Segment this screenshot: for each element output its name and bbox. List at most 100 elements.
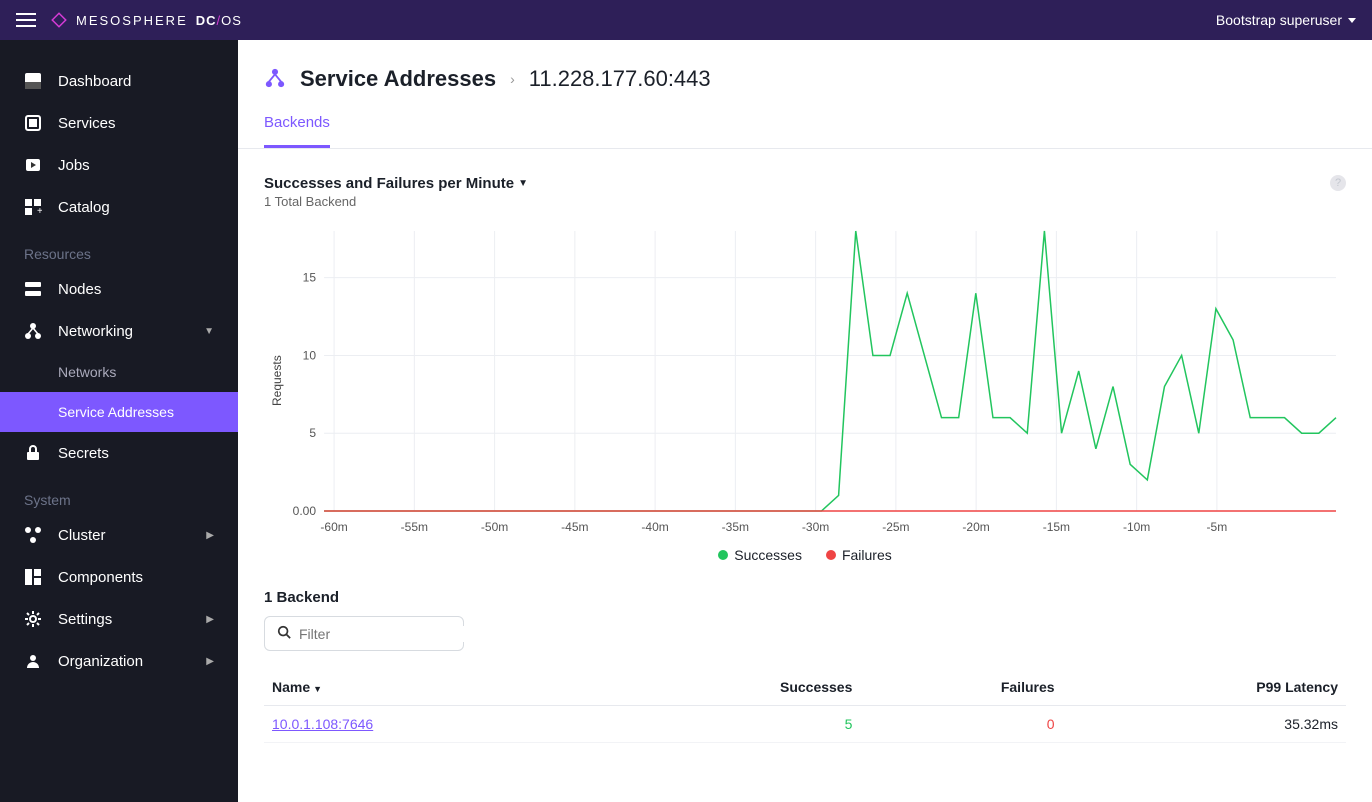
brand-os: OS: [221, 13, 242, 28]
svg-text:5: 5: [309, 426, 316, 440]
chevron-down-icon: [1348, 18, 1356, 23]
chart-title: Successes and Failures per Minute: [264, 175, 514, 192]
nodes-icon: [24, 280, 42, 298]
help-icon[interactable]: ?: [1330, 175, 1346, 191]
sidebar-item-label: Secrets: [58, 445, 109, 462]
sidebar-item-cluster[interactable]: Cluster ▶: [0, 514, 238, 556]
svg-text:-25m: -25m: [882, 520, 909, 534]
column-successes[interactable]: Successes: [604, 669, 860, 706]
svg-text:-45m: -45m: [561, 520, 588, 534]
topbar: MESOSPHERE DC/OS Bootstrap superuser: [0, 0, 1372, 40]
svg-text:0.00: 0.00: [293, 504, 317, 518]
organization-icon: [24, 652, 42, 670]
sidebar-item-services[interactable]: Services: [0, 102, 238, 144]
sidebar-item-organization[interactable]: Organization ▶: [0, 640, 238, 682]
sidebar-item-nodes[interactable]: Nodes: [0, 268, 238, 310]
sort-icon: ▼: [313, 684, 322, 694]
sidebar-item-secrets[interactable]: Secrets: [0, 432, 238, 474]
chart-canvas: 0.00 5 10 15 -60m -55m -50m -45m -40m -35m -30m -25…: [284, 221, 1346, 541]
table-row: 10.0.1.108:76465035.32ms: [264, 706, 1346, 743]
jobs-icon: [24, 156, 42, 174]
chart-subtitle: 1 Total Backend: [264, 194, 528, 209]
svg-text:-30m: -30m: [802, 520, 829, 534]
breadcrumb-current: 11.228.177.60:443: [529, 66, 711, 92]
sidebar-item-networks[interactable]: Networks: [0, 352, 238, 392]
sidebar-item-service-addresses[interactable]: Service Addresses: [0, 392, 238, 432]
svg-text:-15m: -15m: [1043, 520, 1070, 534]
column-name[interactable]: Name▼: [264, 669, 604, 706]
user-label: Bootstrap superuser: [1216, 12, 1342, 28]
tab-backends[interactable]: Backends: [264, 114, 330, 148]
sidebar-item-label: Jobs: [58, 157, 90, 174]
services-icon: [24, 114, 42, 132]
dashboard-icon: [24, 72, 42, 90]
networking-icon: [24, 322, 42, 340]
breadcrumb-root[interactable]: Service Addresses: [300, 66, 496, 92]
chevron-down-icon: ▼: [204, 326, 214, 337]
menu-toggle-icon[interactable]: [16, 13, 36, 27]
svg-text:-60m: -60m: [320, 520, 347, 534]
breadcrumb: Service Addresses › 11.228.177.60:443: [264, 66, 1346, 92]
gear-icon: [24, 610, 42, 628]
chevron-right-icon: ▶: [206, 530, 214, 541]
chevron-down-icon: ▼: [518, 178, 528, 189]
sidebar-item-label: Dashboard: [58, 73, 131, 90]
column-latency[interactable]: P99 Latency: [1063, 669, 1346, 706]
dot-icon: [826, 550, 836, 560]
sidebar-item-label: Service Addresses: [58, 404, 174, 420]
sidebar-item-components[interactable]: Components: [0, 556, 238, 598]
svg-text:-55m: -55m: [401, 520, 428, 534]
svg-text:-50m: -50m: [481, 520, 508, 534]
backend-link[interactable]: 10.0.1.108:7646: [272, 716, 373, 732]
svg-text:10: 10: [303, 348, 317, 362]
sidebar-item-jobs[interactable]: Jobs: [0, 144, 238, 186]
sidebar-item-settings[interactable]: Settings ▶: [0, 598, 238, 640]
chevron-right-icon: ▶: [206, 614, 214, 625]
svg-text:15: 15: [303, 271, 317, 285]
filter-box[interactable]: [264, 616, 464, 651]
svg-text:-35m: -35m: [722, 520, 749, 534]
backends-count-title: 1 Backend: [264, 589, 1346, 606]
main-content: Service Addresses › 11.228.177.60:443 Ba…: [238, 40, 1372, 802]
cell-successes: 5: [604, 706, 860, 743]
sidebar-item-dashboard[interactable]: Dashboard: [0, 60, 238, 102]
chart-legend: Successes Failures: [264, 547, 1346, 563]
filter-input[interactable]: [299, 626, 480, 642]
sidebar: Dashboard Services Jobs + Catalog Resour…: [0, 40, 238, 802]
chart-y-axis-label: Requests: [264, 221, 284, 541]
sidebar-item-label: Networking: [58, 323, 133, 340]
sidebar-item-label: Settings: [58, 611, 112, 628]
backends-table: Name▼ Successes Failures P99 Latency 10.…: [264, 669, 1346, 743]
sidebar-item-catalog[interactable]: + Catalog: [0, 186, 238, 228]
brand-prefix: MESOSPHERE: [76, 13, 188, 28]
components-icon: [24, 568, 42, 586]
sidebar-item-label: Catalog: [58, 199, 110, 216]
cell-latency: 35.32ms: [1063, 706, 1346, 743]
brand-logo: MESOSPHERE DC/OS: [50, 11, 242, 29]
chart-title-dropdown[interactable]: Successes and Failures per Minute ▼: [264, 175, 528, 192]
sidebar-item-label: Nodes: [58, 281, 101, 298]
brand-dc: DC: [196, 13, 217, 28]
sidebar-item-label: Organization: [58, 653, 143, 670]
sidebar-item-label: Services: [58, 115, 116, 132]
svg-text:-40m: -40m: [641, 520, 668, 534]
svg-text:-20m: -20m: [962, 520, 989, 534]
sidebar-item-networking[interactable]: Networking ▼: [0, 310, 238, 352]
sidebar-item-label: Cluster: [58, 527, 106, 544]
catalog-icon: +: [24, 198, 42, 216]
chevron-right-icon: ▶: [206, 656, 214, 667]
breadcrumb-separator: ›: [510, 71, 515, 87]
mesosphere-logo-icon: [50, 11, 68, 29]
search-icon: [277, 625, 291, 642]
legend-failures: Failures: [826, 547, 892, 563]
sidebar-item-label: Components: [58, 569, 143, 586]
svg-text:-10m: -10m: [1123, 520, 1150, 534]
column-failures[interactable]: Failures: [860, 669, 1062, 706]
sidebar-item-label: Networks: [58, 364, 116, 380]
svg-text:+: +: [37, 206, 42, 216]
sidebar-section-system: System: [0, 474, 238, 514]
tabs: Backends: [238, 114, 1372, 149]
user-menu[interactable]: Bootstrap superuser: [1216, 12, 1356, 28]
svg-text:-5m: -5m: [1207, 520, 1228, 534]
legend-successes: Successes: [718, 547, 802, 563]
